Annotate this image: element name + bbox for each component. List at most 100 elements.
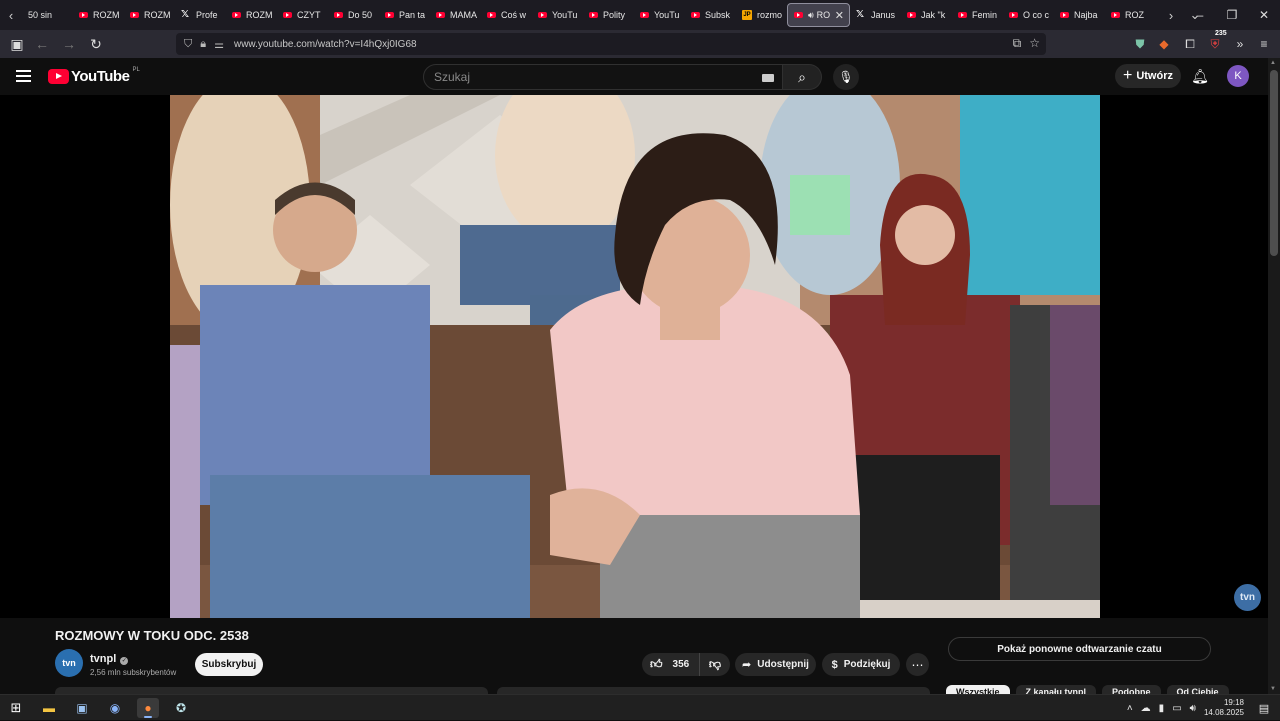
clock[interactable]: 19:18 14.08.2025 <box>1204 698 1244 718</box>
browser-tab[interactable]: Coś w <box>481 0 532 30</box>
lock-icon[interactable]: 🔒︎ <box>200 38 206 51</box>
tab-label: Do 50 <box>348 10 373 20</box>
windows-start-icon[interactable]: ⊞ <box>5 698 27 718</box>
browser-tab[interactable]: Do 50 <box>328 0 379 30</box>
back-icon[interactable]: ← <box>30 32 54 56</box>
more-tools-icon[interactable]: » <box>1229 33 1251 55</box>
youtube-icon <box>79 12 88 18</box>
remote-desktop-icon[interactable]: ▣ <box>71 698 93 718</box>
video-player[interactable]: tvn <box>0 95 1268 618</box>
browser-tab[interactable]: Polity <box>583 0 634 30</box>
active-tab[interactable]: 🔊︎ RO ✕ <box>787 3 850 27</box>
browser-tab[interactable]: Najba <box>1054 0 1105 30</box>
like-dislike-group: 👍︎ 356 👎︎ <box>642 653 730 676</box>
jp-icon: JP <box>742 10 752 20</box>
browser-tab[interactable]: CZYT <box>277 0 328 30</box>
page-scrollbar[interactable]: ▲ ▼ <box>1268 58 1280 694</box>
subscribe-button[interactable]: Subskrybuj <box>195 653 263 676</box>
browser-tab[interactable]: Subsk <box>685 0 736 30</box>
browser-tab[interactable]: 𝕏 Profe <box>175 0 226 30</box>
scroll-up-icon[interactable]: ▲ <box>1270 60 1276 66</box>
search-input[interactable]: Szukaj <box>423 64 783 90</box>
youtube-logo[interactable]: YouTube PL <box>48 67 140 85</box>
tab-audio-icon[interactable]: 🔊︎ <box>808 10 814 21</box>
forward-icon[interactable]: → <box>57 32 81 56</box>
browser-tab[interactable]: O co c <box>1003 0 1054 30</box>
reload-icon[interactable]: ↻ <box>84 32 108 56</box>
channel-name[interactable]: tvnpl ✓ <box>90 653 129 665</box>
file-explorer-icon[interactable]: ▬ <box>38 698 60 718</box>
menu-icon[interactable]: ≡ <box>1253 33 1275 55</box>
close-tab-icon[interactable]: ✕ <box>835 9 844 22</box>
like-button[interactable]: 👍︎ 356 <box>642 653 700 676</box>
share-button[interactable]: ➦ Udostępnij <box>735 653 816 676</box>
bookmark-star-icon[interactable]: ☆ <box>1029 36 1040 51</box>
browser-tab[interactable]: ROZM <box>226 0 277 30</box>
channel-avatar[interactable]: tvn <box>55 649 83 677</box>
firefox-icon[interactable]: ● <box>137 698 159 718</box>
search-icon: ⌕ <box>798 68 806 85</box>
notifications-icon[interactable]: ▤ <box>1254 702 1274 715</box>
scrollbar-thumb[interactable] <box>1270 70 1278 256</box>
permissions-icon[interactable]: ⚌ <box>214 38 224 51</box>
onedrive-icon[interactable]: ☁ <box>1141 703 1151 714</box>
youtube-icon <box>1060 12 1069 18</box>
browser-tab[interactable]: Pan ta <box>379 0 430 30</box>
keyboard-icon[interactable] <box>762 74 774 82</box>
close-window-icon[interactable]: ✕ <box>1248 0 1280 30</box>
url-text[interactable]: www.youtube.com/watch?v=I4hQxj0IG68 <box>234 39 417 50</box>
video-frame[interactable] <box>170 95 1100 618</box>
browser-tab[interactable]: JP rozmo <box>736 0 787 30</box>
tab-label: MAMA <box>450 10 477 20</box>
channel-name-text[interactable]: tvnpl <box>90 653 116 665</box>
show-chat-replay-button[interactable]: Pokaż ponowne odtwarzanie czatu <box>948 637 1211 661</box>
browser-tab[interactable]: Femin <box>952 0 1003 30</box>
thanks-button[interactable]: $ Podziękuj <box>822 653 900 676</box>
youtube-icon <box>334 12 343 18</box>
network-icon[interactable]: ▭ <box>1172 703 1181 714</box>
scroll-down-icon[interactable]: ▼ <box>1270 686 1276 692</box>
browser-tab[interactable]: 𝕏 Janus <box>850 0 901 30</box>
sidebar-toggle-icon[interactable]: ▣ <box>5 32 29 56</box>
dislike-button[interactable]: 👎︎ <box>700 657 730 672</box>
thumbs-down-icon: 👎︎ <box>708 657 722 671</box>
browser-tab[interactable]: MAMA <box>430 0 481 30</box>
tab-label: Femin <box>972 10 998 20</box>
ublock-extension-icon[interactable]: ⛨ 235 <box>1204 30 1227 55</box>
app-icon[interactable]: ✪ <box>170 698 192 718</box>
browser-tab[interactable]: Jak "k <box>901 0 952 30</box>
more-actions-icon[interactable]: ⋯ <box>906 653 929 676</box>
browser-tab[interactable]: YouTu <box>532 0 583 30</box>
guide-menu-icon[interactable] <box>16 70 31 82</box>
steam-icon[interactable]: ◉ <box>104 698 126 718</box>
vpn-extension-icon[interactable]: ⛊ <box>1129 33 1151 55</box>
extension-icon[interactable]: ◆ <box>1153 33 1175 55</box>
browser-tab[interactable]: YouTu <box>634 0 685 30</box>
shield-icon[interactable]: ⛉ <box>184 38 192 51</box>
browser-tab[interactable]: 50 sin <box>22 0 73 30</box>
browser-tab[interactable]: ROZ <box>1105 0 1156 30</box>
browser-tab[interactable]: ROZM <box>73 0 124 30</box>
account-avatar[interactable]: K <box>1227 65 1249 87</box>
microphone-icon: 🎙︎ <box>838 70 854 84</box>
address-bar[interactable]: ⛉ 🔒︎ ⚌ www.youtube.com/watch?v=I4hQxj0IG… <box>176 33 1046 55</box>
thanks-label: Podziękuj <box>843 659 891 670</box>
tabs-scroll-right-icon[interactable]: › <box>1160 0 1182 30</box>
restore-icon[interactable]: ❐ <box>1216 0 1248 30</box>
picture-in-picture-icon[interactable]: ⧉ <box>1013 36 1022 51</box>
search-button[interactable]: ⌕ <box>783 64 822 90</box>
tray-overflow-icon[interactable]: ˄ <box>1127 703 1133 714</box>
youtube-icon <box>691 12 700 18</box>
extensions-puzzle-icon[interactable]: ⧠ <box>1179 33 1201 55</box>
voice-search-button[interactable]: 🎙︎ <box>833 64 859 90</box>
tab-label: O co c <box>1023 10 1050 20</box>
minimize-icon[interactable]: – <box>1184 0 1216 30</box>
browser-tab[interactable]: ROZM <box>124 0 175 30</box>
youtube-icon <box>487 12 496 18</box>
volume-icon[interactable]: 🔊︎ <box>1190 703 1196 714</box>
tabs-scroll-left-icon[interactable]: ‹ <box>0 0 22 30</box>
usb-icon[interactable]: ▮ <box>1159 703 1165 714</box>
tab-label: Subsk <box>705 10 731 20</box>
notifications-bell-icon[interactable]: 🔔︎ <box>1190 66 1210 86</box>
create-button[interactable]: + Utwórz <box>1115 64 1181 88</box>
